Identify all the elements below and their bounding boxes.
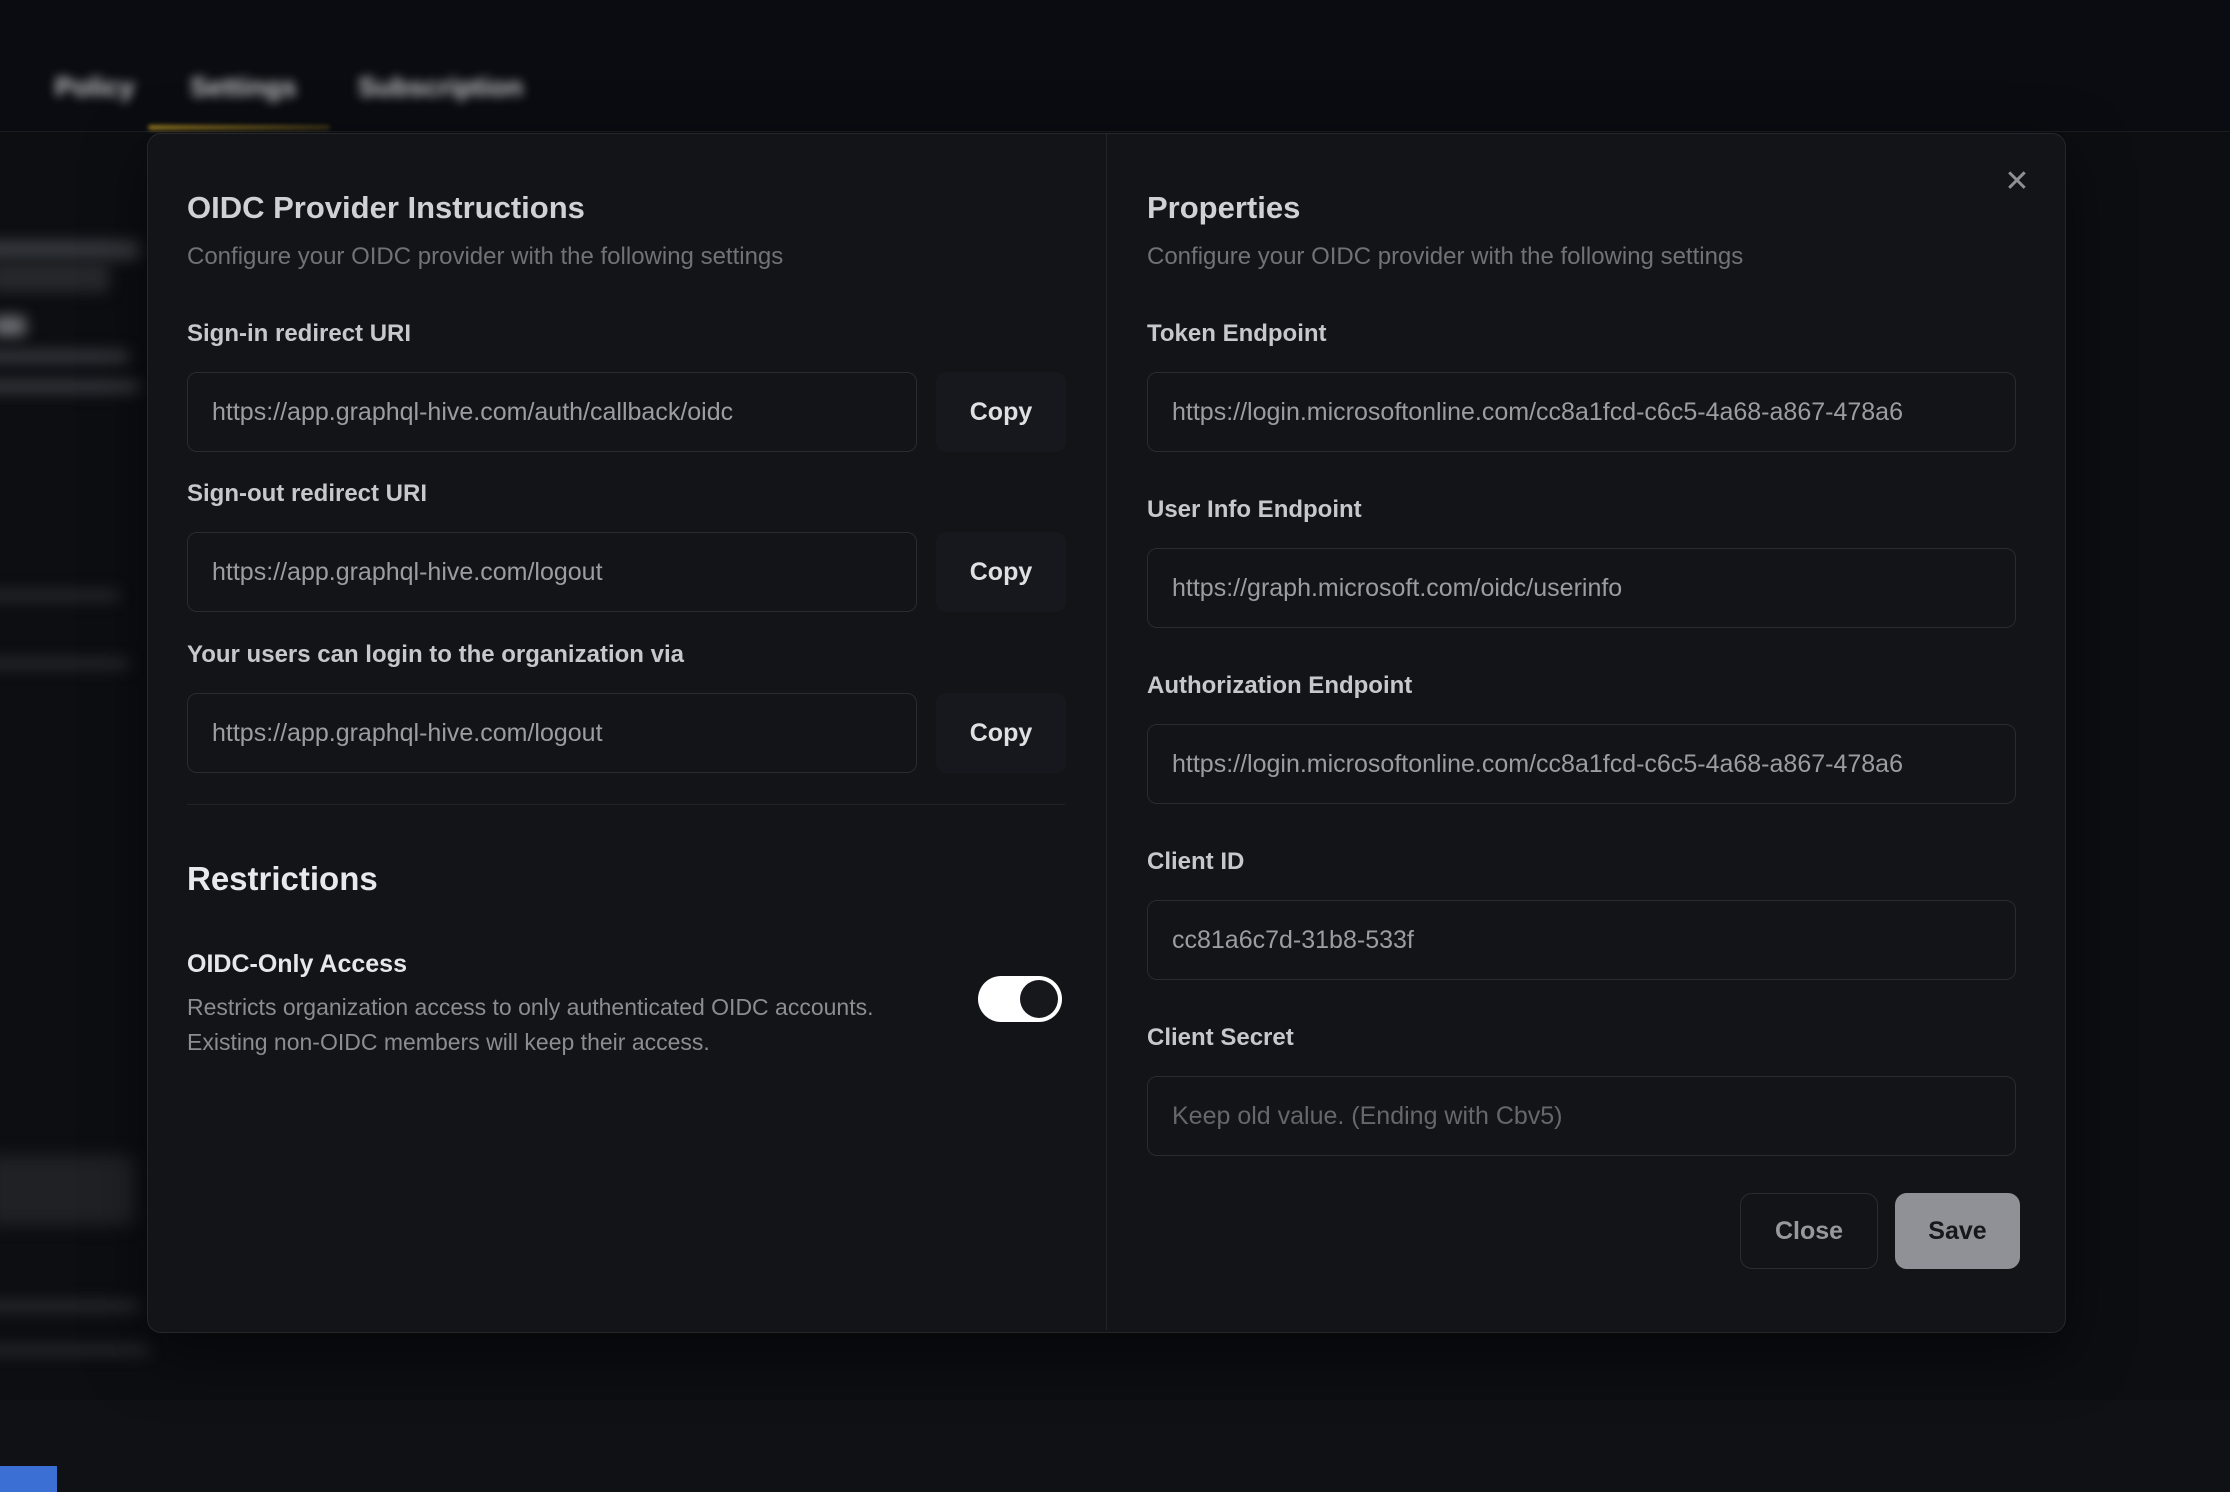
signout-redirect-label: Sign-out redirect URI	[187, 480, 427, 508]
right-column-subtitle: Configure your OIDC provider with the fo…	[1147, 243, 1743, 271]
blurred-background-text	[0, 1345, 150, 1355]
signin-redirect-label: Sign-in redirect URI	[187, 320, 411, 348]
blurred-background-text	[0, 262, 110, 292]
user-info-endpoint-input[interactable]	[1147, 548, 2016, 628]
right-column-title: Properties	[1147, 190, 1300, 226]
token-endpoint-input[interactable]	[1147, 372, 2016, 452]
client-id-label: Client ID	[1147, 848, 1244, 876]
description-line-2: Existing non-OIDC members will keep thei…	[187, 1025, 874, 1060]
signin-redirect-input[interactable]	[187, 372, 917, 452]
oidc-only-access-label: OIDC-Only Access	[187, 950, 407, 979]
client-id-input[interactable]	[1147, 900, 2016, 980]
copy-signout-button[interactable]: Copy	[936, 532, 1066, 612]
authorization-endpoint-label: Authorization Endpoint	[1147, 672, 1412, 700]
active-tab-underline	[148, 125, 330, 130]
description-line-1: Restricts organization access to only au…	[187, 990, 874, 1025]
toggle-knob	[1020, 980, 1058, 1018]
blue-corner-element	[0, 1466, 57, 1492]
top-tab-bar	[0, 0, 2230, 132]
user-info-endpoint-label: User Info Endpoint	[1147, 496, 1362, 524]
blurred-background-button	[0, 1155, 136, 1225]
tab-policy[interactable]: Policy	[55, 72, 135, 103]
copy-signin-button[interactable]: Copy	[936, 372, 1066, 452]
left-column-title: OIDC Provider Instructions	[187, 190, 585, 226]
tab-subscription[interactable]: Subscription	[358, 72, 523, 103]
close-button[interactable]: Close	[1740, 1193, 1878, 1269]
blurred-background-text	[0, 380, 140, 393]
blurred-background-text	[0, 658, 130, 669]
token-endpoint-label: Token Endpoint	[1147, 320, 1327, 348]
login-via-input[interactable]	[187, 693, 917, 773]
column-divider	[1106, 134, 1107, 1330]
oidc-only-access-description: Restricts organization access to only au…	[187, 990, 874, 1060]
blurred-background-text	[0, 1300, 140, 1312]
login-via-label: Your users can login to the organization…	[187, 641, 684, 669]
tab-settings[interactable]: Settings	[190, 72, 297, 103]
client-secret-input[interactable]	[1147, 1076, 2016, 1156]
authorization-endpoint-input[interactable]	[1147, 724, 2016, 804]
blurred-background-text	[0, 316, 26, 336]
signout-redirect-input[interactable]	[187, 532, 917, 612]
restrictions-divider	[187, 804, 1065, 805]
restrictions-title: Restrictions	[187, 860, 378, 898]
close-icon[interactable]: ✕	[1995, 160, 2039, 204]
oidc-only-toggle[interactable]	[978, 976, 1062, 1022]
save-button[interactable]: Save	[1895, 1193, 2020, 1269]
blurred-background-text	[0, 590, 120, 601]
background-footer-band	[0, 1400, 2230, 1492]
blurred-background-text	[0, 240, 140, 260]
client-secret-label: Client Secret	[1147, 1024, 1294, 1052]
blurred-background-text	[0, 350, 130, 363]
copy-login-via-button[interactable]: Copy	[936, 693, 1066, 773]
left-column-subtitle: Configure your OIDC provider with the fo…	[187, 243, 783, 271]
